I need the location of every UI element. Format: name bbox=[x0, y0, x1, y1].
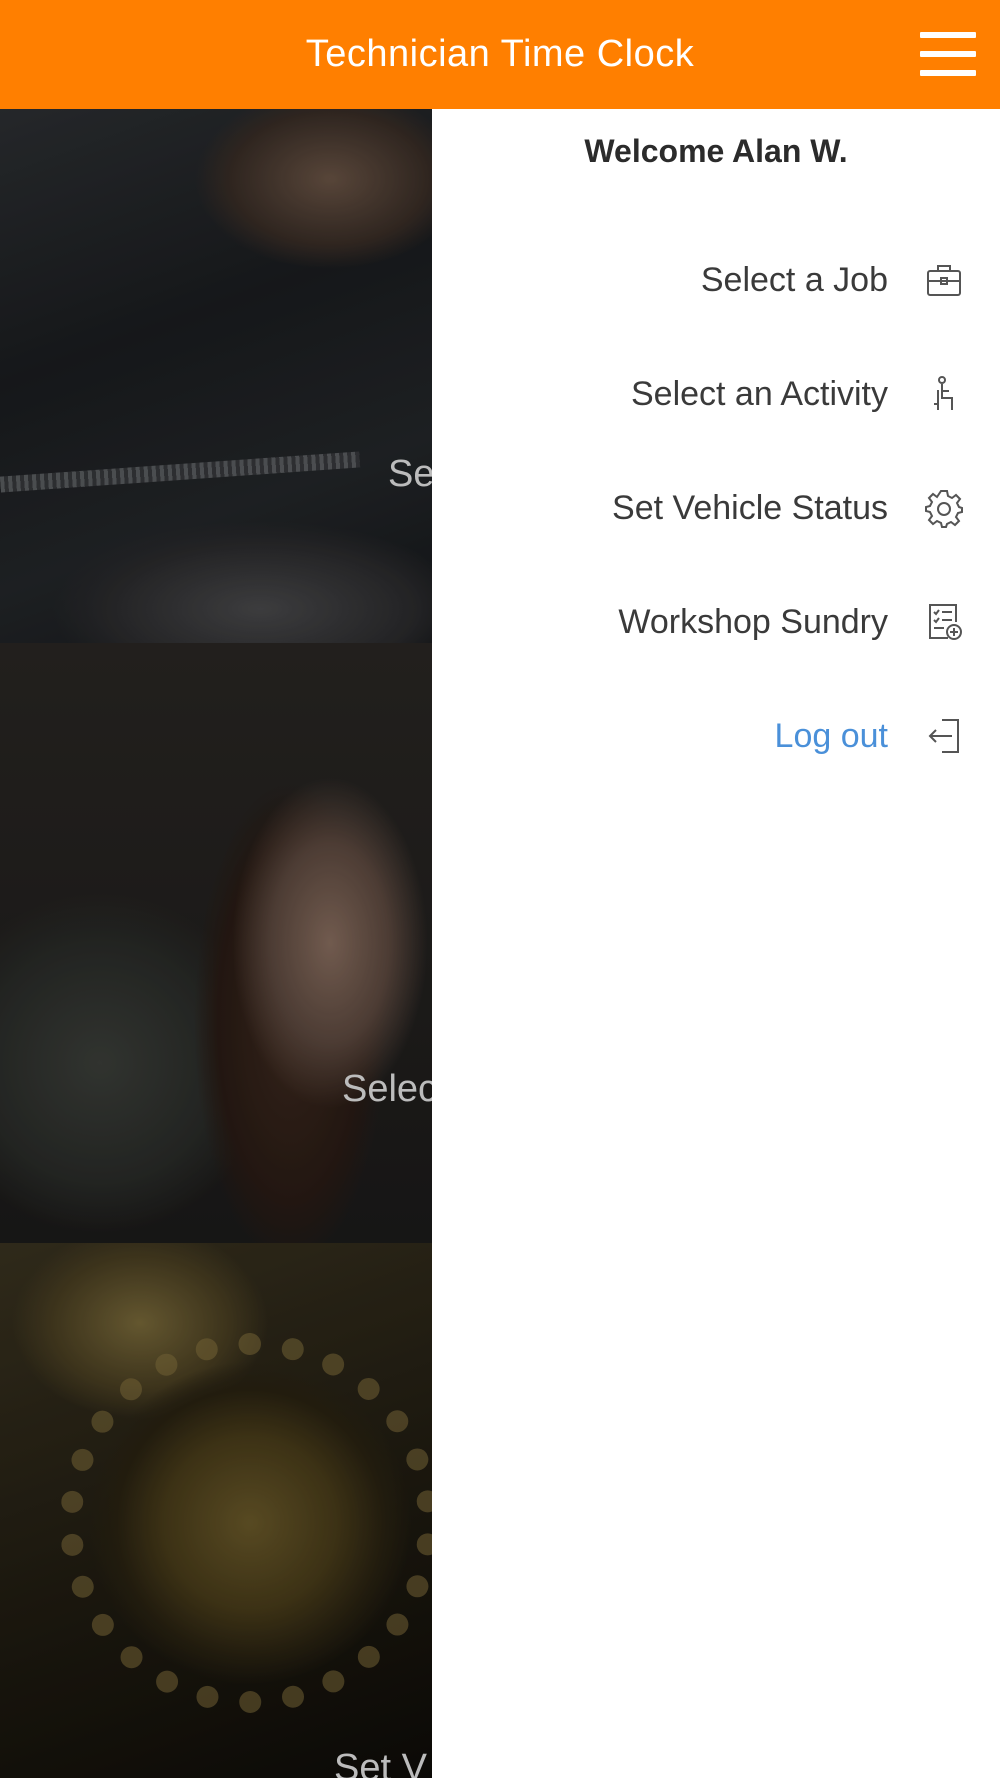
welcome-message: Welcome Alan W. bbox=[584, 133, 848, 169]
app-title: Technician Time Clock bbox=[305, 33, 695, 75]
gear-icon bbox=[924, 488, 964, 528]
menu-item-set-vehicle-status[interactable]: Set Vehicle Status bbox=[432, 468, 1000, 548]
side-drawer: Welcome Alan W. Select a Job Select an A… bbox=[432, 109, 1000, 1778]
checklist-add-icon bbox=[924, 602, 964, 642]
briefcase-icon bbox=[924, 260, 964, 300]
logout-icon bbox=[924, 716, 964, 756]
menu-item-log-out[interactable]: Log out bbox=[432, 696, 1000, 776]
menu-item-label: Set Vehicle Status bbox=[612, 489, 888, 527]
hamburger-menu-icon[interactable] bbox=[920, 28, 976, 80]
menu-item-label: Workshop Sundry bbox=[618, 603, 888, 641]
menu-item-label: Select a Job bbox=[700, 261, 888, 299]
seated-person-icon bbox=[924, 374, 964, 414]
app-header: Technician Time Clock bbox=[0, 0, 1000, 109]
menu-item-workshop-sundry[interactable]: Workshop Sundry bbox=[432, 582, 1000, 662]
menu-item-select-activity[interactable]: Select an Activity bbox=[432, 354, 1000, 434]
menu-item-label: Log out bbox=[774, 717, 888, 755]
drawer-overlay[interactable] bbox=[0, 109, 432, 1778]
menu-item-label: Select an Activity bbox=[630, 375, 888, 413]
menu-item-select-job[interactable]: Select a Job bbox=[432, 240, 1000, 320]
